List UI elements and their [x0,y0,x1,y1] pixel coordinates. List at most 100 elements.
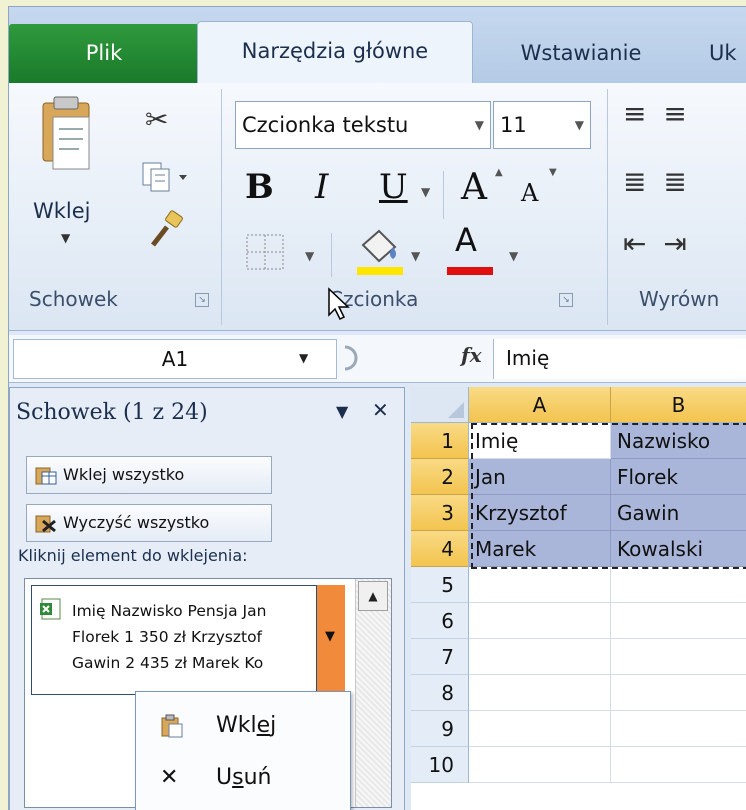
copy-icon[interactable] [141,161,191,195]
select-all-corner[interactable] [411,387,469,423]
empty-cell[interactable] [611,711,746,747]
empty-cell[interactable] [611,567,746,603]
empty-cell[interactable] [469,711,611,747]
row-header[interactable]: 3 [411,495,469,531]
empty-cell[interactable] [469,639,611,675]
cell-b4[interactable]: Kowalski [611,531,746,567]
clear-all-label: Wyczyść wszystko [63,513,210,532]
cell-b2[interactable]: Florek [611,459,746,495]
formula-bar-splitter-icon[interactable] [339,343,365,373]
cell-b1[interactable]: Nazwisko [611,423,746,459]
font-color-swatch [447,267,493,275]
excel-icon [40,598,61,620]
empty-cell[interactable] [611,747,746,783]
name-box-value: A1 [161,347,189,371]
clipboard-item-line: Florek 1 350 zł Krzysztof [72,628,263,646]
insert-function-icon[interactable]: fx [461,343,482,367]
separator [443,171,444,219]
font-name-combo[interactable]: Czcionka tekstu ▼ [235,101,491,149]
format-painter-icon[interactable] [147,209,187,249]
paste-button-label[interactable]: Wklej [33,199,91,223]
fill-color-dropdown-icon[interactable]: ▼ [411,249,420,263]
empty-cell[interactable] [611,639,746,675]
clipboard-group-label: Schowek [29,287,118,311]
formula-input[interactable]: Imię [493,339,746,379]
row-header[interactable]: 1 [411,423,469,459]
menu-item-delete[interactable]: ✕ Usuń [136,752,350,804]
scroll-up-icon[interactable]: ▲ [358,581,388,611]
font-size-combo[interactable]: 11 ▼ [493,101,591,149]
row-header[interactable]: 5 [411,567,469,603]
cell-a2[interactable]: Jan [469,459,611,495]
italic-button[interactable]: I [315,167,328,207]
column-header-a[interactable]: A [469,387,611,423]
borders-icon[interactable] [245,233,287,273]
fill-color-icon[interactable] [353,225,407,277]
clipboard-item-text: Imię Nazwisko Pensja Jan Florek 1 350 zł… [72,598,310,676]
underline-button[interactable]: U [379,167,408,207]
cell-a3[interactable]: Krzysztof [469,495,611,531]
close-icon[interactable]: ✕ [372,398,389,422]
tab-file[interactable]: Plik [9,24,199,83]
clipboard-item-line: Imię Nazwisko Pensja Jan [72,602,267,620]
pane-options-icon[interactable]: ▼ [336,402,348,421]
grow-font-button[interactable]: A [461,167,487,208]
row-header[interactable]: 9 [411,711,469,747]
empty-cell[interactable] [611,675,746,711]
formula-bar: A1 ▼ fx Imię [9,335,746,383]
row-header[interactable]: 2 [411,459,469,495]
ribbon-tab-bar: Plik Narzędzia główne Wstawianie Uk [9,7,746,84]
column-header-b[interactable]: B [611,387,746,423]
pane-scrollbar[interactable]: ▲ [355,579,391,807]
underline-dropdown-icon[interactable]: ▼ [421,185,430,199]
tab-home[interactable]: Narzędzia główne [197,21,473,84]
font-size-dropdown-icon[interactable]: ▼ [575,102,584,148]
cell-a1[interactable]: Imię [469,423,611,459]
row-header[interactable]: 10 [411,747,469,783]
shrink-font-button[interactable]: A [521,179,538,207]
paste-icon [161,714,183,738]
clear-all-button[interactable]: Wyczyść wszystko [26,504,272,542]
paste-all-button[interactable]: Wklej wszystko [26,456,272,494]
name-box[interactable]: A1 [13,339,337,379]
select-all-triangle-icon [448,402,464,418]
chevron-down-icon: ▼ [325,629,335,644]
empty-cell[interactable] [469,567,611,603]
paste-all-label: Wklej wszystko [63,465,185,484]
empty-cell[interactable] [469,675,611,711]
row-header[interactable]: 8 [411,675,469,711]
clipboard-item[interactable]: Imię Nazwisko Pensja Jan Florek 1 350 zł… [31,585,317,695]
clipboard-item-line: Gawin 2 435 zł Marek Ko [72,654,264,672]
align-left-icons[interactable]: ≣ ≣ [623,165,691,198]
font-launcher-icon[interactable]: ↘ [559,293,573,307]
cell-a4[interactable]: Marek [469,531,611,567]
font-color-dropdown-icon[interactable]: ▼ [509,249,518,263]
font-color-button[interactable]: A [455,221,477,259]
menu-item-paste-label: Wklej [216,713,277,738]
empty-cell[interactable] [611,603,746,639]
excel-window: Plik Narzędzia główne Wstawianie Uk Wkle… [8,6,746,810]
font-name-dropdown-icon[interactable]: ▼ [475,102,484,148]
paste-icon[interactable] [39,95,93,175]
clipboard-pane-title: Schowek (1 z 24) [16,400,208,425]
cut-icon[interactable]: ✂ [145,103,168,136]
name-box-dropdown-icon[interactable]: ▼ [299,351,308,365]
borders-dropdown-icon[interactable]: ▼ [305,249,314,263]
tab-insert[interactable]: Wstawianie [483,24,679,83]
paste-dropdown-arrow[interactable]: ▼ [61,231,70,245]
row-header[interactable]: 7 [411,639,469,675]
tab-page-layout[interactable]: Uk [709,24,746,83]
empty-cell[interactable] [469,747,611,783]
group-separator [221,89,222,325]
bold-button[interactable]: B [245,167,274,207]
menu-item-paste[interactable]: Wklej [136,700,350,752]
row-header[interactable]: 6 [411,603,469,639]
row-header[interactable]: 4 [411,531,469,567]
clipboard-item-dropdown[interactable]: ▼ [317,585,345,695]
grow-font-arrow-icon: ▲ [495,167,503,178]
empty-cell[interactable] [469,603,611,639]
clipboard-launcher-icon[interactable]: ↘ [195,293,209,307]
indent-icons[interactable]: ⇤ ⇥ [623,227,691,260]
cell-b3[interactable]: Gawin [611,495,746,531]
align-top-icons[interactable]: ≡ ≡ [623,97,691,130]
